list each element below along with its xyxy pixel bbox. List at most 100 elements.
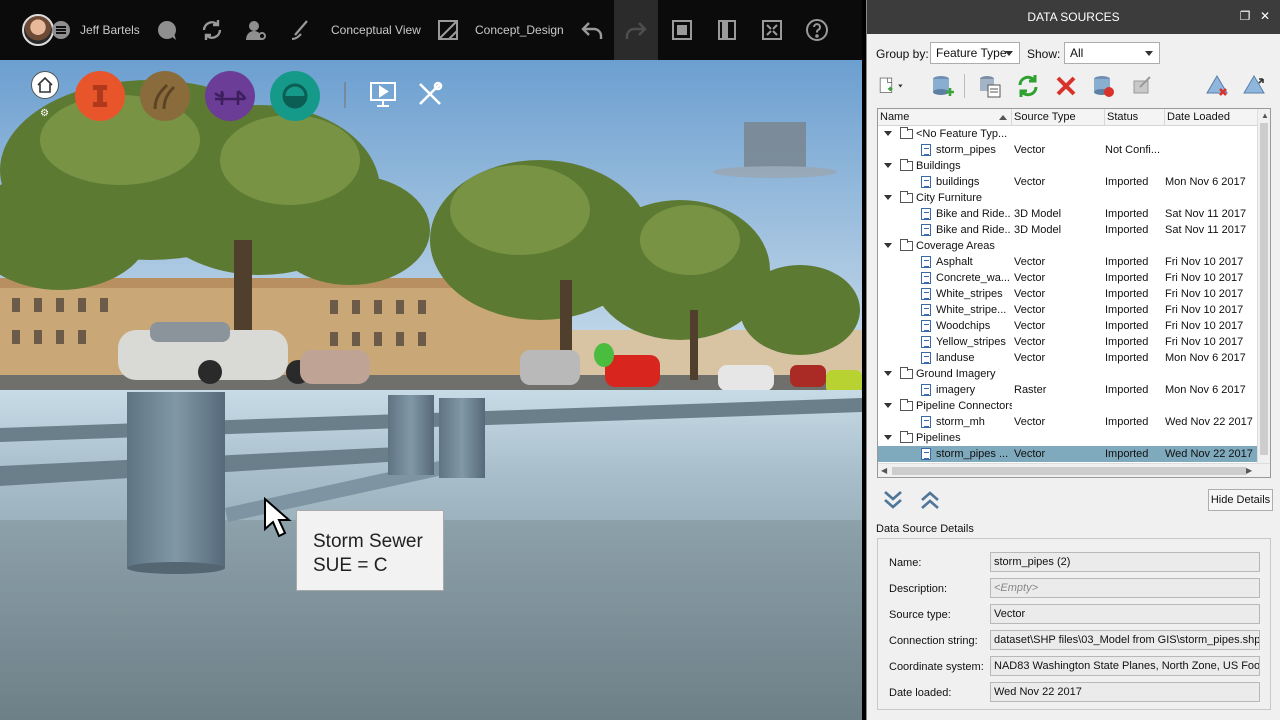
scroll-right-icon[interactable]: ▶	[1246, 466, 1252, 475]
presentation-icon	[370, 82, 396, 107]
tools-button[interactable]	[414, 78, 446, 110]
tree-group-row[interactable]: Pipeline Connectors	[878, 398, 1258, 414]
tree-item-row[interactable]: storm_mh Vector Imported Wed Nov 22 2017	[878, 414, 1258, 430]
book-icon[interactable]	[715, 18, 739, 42]
drainage-mode-button[interactable]	[270, 71, 320, 121]
scrollbar-thumb[interactable]	[892, 467, 1246, 475]
tree-group-row[interactable]: Pipelines	[878, 430, 1258, 446]
redo-icon[interactable]	[624, 18, 648, 42]
date-loaded: Mon Nov 6 2017	[1165, 176, 1246, 188]
add-database-button[interactable]	[930, 73, 956, 99]
database-export-button[interactable]	[1090, 73, 1116, 99]
sketch-icon[interactable]	[289, 18, 313, 42]
source-status: Imported	[1105, 208, 1149, 220]
expand-icon[interactable]	[884, 371, 892, 376]
user-settings-icon[interactable]	[244, 18, 268, 42]
tree-item-row[interactable]: landuse Vector Imported Mon Nov 6 2017	[878, 350, 1258, 366]
source-type-field[interactable]: Vector	[990, 604, 1260, 624]
tree-item-row[interactable]: storm_pipes ... Vector Imported Wed Nov 22 …	[878, 446, 1258, 462]
new-source-button[interactable]	[878, 73, 914, 99]
3d-viewport[interactable]: Jeff Bartels Conceptual View Concept_Des…	[0, 0, 862, 720]
delete-button[interactable]	[1053, 73, 1079, 99]
home-icon	[37, 76, 53, 93]
tree-item-row[interactable]: imagery Raster Imported Mon Nov 6 2017	[878, 382, 1258, 398]
date-loaded: Sat Nov 11 2017	[1165, 224, 1247, 236]
menu-icon[interactable]	[52, 21, 70, 39]
help-icon[interactable]	[805, 18, 829, 42]
description-field[interactable]: <Empty>	[990, 578, 1260, 598]
scroll-left-icon[interactable]: ◀	[881, 466, 887, 475]
remove-model-button[interactable]	[1204, 73, 1230, 99]
document-icon	[921, 144, 931, 156]
model-remove-icon	[1206, 75, 1228, 96]
properties-button[interactable]	[977, 73, 1003, 99]
source-status: Imported	[1105, 416, 1149, 428]
tree-item-row[interactable]: Yellow_stripes Vector Imported Fri Nov 10 2…	[878, 334, 1258, 350]
scroll-up-icon[interactable]: ▲	[1261, 111, 1269, 120]
group-by-select[interactable]: Feature Type	[930, 42, 1020, 64]
expand-icon[interactable]	[884, 243, 892, 248]
horizontal-scrollbar[interactable]: ◀ ▶	[878, 463, 1270, 477]
sync-icon[interactable]	[200, 18, 224, 42]
chat-icon[interactable]	[155, 18, 179, 42]
fullscreen-icon[interactable]	[760, 18, 784, 42]
tree-item-row[interactable]: Woodchips Vector Imported Fri Nov 10 2017	[878, 318, 1258, 334]
home-button[interactable]	[31, 71, 59, 99]
disabled-tool-button[interactable]	[1128, 73, 1154, 99]
column-header-name[interactable]: Name	[878, 109, 1012, 126]
roads-mode-button[interactable]	[75, 71, 125, 121]
column-header-date-loaded[interactable]: Date Loaded	[1165, 109, 1258, 126]
tree-item-row[interactable]: Bike and Ride... 3D Model Imported Sat Nov …	[878, 222, 1258, 238]
document-icon	[921, 256, 931, 268]
expand-icon[interactable]	[884, 131, 892, 136]
expand-icon[interactable]	[884, 163, 892, 168]
column-header-source-type[interactable]: Source Type	[1012, 109, 1105, 126]
tree-item-row[interactable]: Concrete_wa... Vector Imported Fri Nov 10 2…	[878, 270, 1258, 286]
tree-item-row[interactable]: White_stripe... Vector Imported Fri Nov 10 …	[878, 302, 1258, 318]
chevron-double-down-icon[interactable]	[881, 488, 905, 512]
date-loaded-field[interactable]: Wed Nov 22 2017	[990, 682, 1260, 702]
design-icon[interactable]	[436, 18, 460, 42]
layers-icon[interactable]	[670, 18, 694, 42]
coordinate-system-field[interactable]: NAD83 Washington State Planes, North Zon…	[990, 656, 1260, 676]
refresh-button[interactable]	[1015, 73, 1041, 99]
show-select[interactable]: All	[1064, 42, 1160, 64]
tree-item-row[interactable]: Bike and Ride... 3D Model Imported Sat Nov …	[878, 206, 1258, 222]
connection-string-field[interactable]: dataset\SHP files\03_Model from GIS\stor…	[990, 630, 1260, 650]
column-header-status[interactable]: Status	[1105, 109, 1165, 126]
bridge-mode-button[interactable]	[205, 71, 255, 121]
close-icon[interactable]: ✕	[1258, 9, 1272, 23]
document-icon	[921, 352, 931, 364]
tree-group-row[interactable]: Ground Imagery	[878, 366, 1258, 382]
terrain-road-mode-button[interactable]	[140, 71, 190, 121]
data-source-tree[interactable]: Name Source Type Status Date Loaded <No …	[877, 108, 1271, 478]
expand-icon[interactable]	[884, 195, 892, 200]
tree-item-row[interactable]: storm_pipes Vector Not Confi...	[878, 142, 1258, 158]
undo-icon[interactable]	[580, 18, 604, 42]
presentation-button[interactable]	[367, 78, 399, 110]
tree-item-row[interactable]: buildings Vector Imported Mon Nov 6 2017	[878, 174, 1258, 190]
tree-group-row[interactable]: Coverage Areas	[878, 238, 1258, 254]
tree-item-row[interactable]: White_stripes Vector Imported Fri Nov 10 20…	[878, 286, 1258, 302]
group-name: <No Feature Typ...	[916, 128, 1008, 140]
model-import-button[interactable]	[1241, 73, 1267, 99]
expand-icon[interactable]	[884, 403, 892, 408]
gear-icon[interactable]: ⚙	[40, 109, 50, 119]
expand-icon[interactable]	[884, 435, 892, 440]
tree-group-row[interactable]: Buildings	[878, 158, 1258, 174]
source-type: Vector	[1014, 272, 1046, 284]
tree-group-row[interactable]: City Furniture	[878, 190, 1258, 206]
vertical-scrollbar[interactable]: ▲	[1257, 109, 1270, 463]
scrollbar-thumb[interactable]	[1260, 123, 1268, 455]
hide-details-button[interactable]: Hide Details	[1208, 489, 1273, 511]
restore-icon[interactable]: ❐	[1238, 9, 1252, 23]
tree-item-row[interactable]: Asphalt Vector Imported Fri Nov 10 2017	[878, 254, 1258, 270]
chevron-double-up-icon[interactable]	[918, 488, 942, 512]
user-avatar[interactable]	[22, 14, 54, 46]
top-toolbar: Jeff Bartels Conceptual View Concept_Des…	[0, 0, 862, 60]
name-field[interactable]: storm_pipes (2)	[990, 552, 1260, 572]
view-name[interactable]: Conceptual View	[331, 23, 421, 37]
tree-group-row[interactable]: <No Feature Typ...	[878, 126, 1258, 142]
design-name[interactable]: Concept_Design	[475, 23, 564, 37]
user-name[interactable]: Jeff Bartels	[80, 23, 140, 37]
